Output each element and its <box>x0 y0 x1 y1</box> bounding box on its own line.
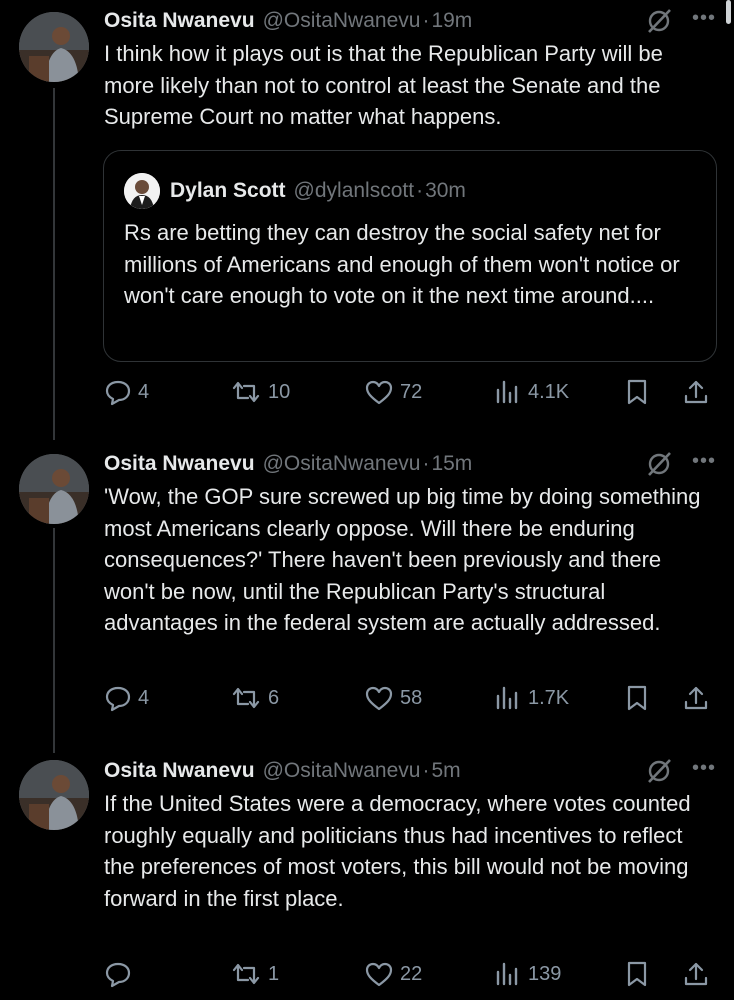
grok-icon[interactable] <box>646 451 672 477</box>
views-icon <box>496 380 518 404</box>
reply-icon <box>105 686 131 712</box>
timestamp[interactable]: 15m <box>431 452 472 476</box>
like-button[interactable]: 58 <box>364 680 422 716</box>
like-button[interactable]: 72 <box>364 374 422 410</box>
separator: · <box>416 179 424 202</box>
share-button[interactable] <box>682 956 710 992</box>
tweet-text: I think how it plays out is that the Rep… <box>104 41 663 129</box>
tweet-header: Osita Nwanevu @OsitaNwanevu · 5m ••• <box>104 756 716 786</box>
share-button[interactable] <box>682 374 710 410</box>
quote-timestamp: 30m <box>425 179 466 202</box>
reply-icon <box>105 380 131 406</box>
author-handle[interactable]: @OsitaNwanevu <box>263 9 421 33</box>
tweet[interactable]: Osita Nwanevu @OsitaNwanevu · 19m ••• I … <box>0 0 734 440</box>
quoted-tweet[interactable]: Dylan Scott @dylanlscott · 30m Rs are be… <box>103 150 717 362</box>
like-count: 58 <box>400 686 423 709</box>
heart-icon <box>365 686 393 711</box>
tweet-header: Osita Nwanevu @OsitaNwanevu · 15m ••• <box>104 449 716 479</box>
share-icon <box>684 380 708 404</box>
repost-icon <box>232 687 260 709</box>
author-name[interactable]: Osita Nwanevu <box>104 452 255 476</box>
reply-icon <box>105 962 131 988</box>
views-button[interactable]: 139 <box>494 956 561 992</box>
reply-count: 4 <box>138 380 150 403</box>
grok-icon[interactable] <box>646 758 672 784</box>
separator: · <box>422 452 430 475</box>
repost-button[interactable]: 6 <box>230 680 279 716</box>
tweet[interactable]: Osita Nwanevu @OsitaNwanevu · 5m ••• If … <box>0 750 734 1000</box>
timestamp[interactable]: 19m <box>431 9 472 33</box>
repost-icon <box>232 381 260 403</box>
share-button[interactable] <box>682 680 710 716</box>
view-count: 1.7K <box>528 686 570 709</box>
more-icon[interactable]: ••• <box>692 450 716 473</box>
reply-button[interactable]: 4 <box>104 680 149 716</box>
author-handle[interactable]: @OsitaNwanevu <box>263 759 421 783</box>
reply-count: 4 <box>138 686 150 709</box>
like-button[interactable]: 22 <box>364 956 422 992</box>
like-count: 22 <box>400 962 423 985</box>
repost-count: 1 <box>268 962 280 985</box>
repost-icon <box>232 963 260 985</box>
heart-icon <box>365 380 393 405</box>
views-icon <box>496 686 518 710</box>
author-name[interactable]: Osita Nwanevu <box>104 9 255 33</box>
avatar[interactable] <box>19 760 89 830</box>
views-button[interactable]: 4.1K <box>494 374 569 410</box>
bookmark-icon <box>627 685 647 711</box>
repost-button[interactable]: 10 <box>230 374 290 410</box>
bookmark-button[interactable] <box>624 374 650 410</box>
bookmark-icon <box>627 379 647 405</box>
avatar-photo <box>19 454 89 524</box>
action-bar: 1 22 139 <box>104 956 716 992</box>
quote-author-name: Dylan Scott <box>170 179 286 202</box>
more-icon[interactable]: ••• <box>692 757 716 780</box>
bookmark-icon <box>627 961 647 987</box>
avatar-photo <box>19 760 89 830</box>
separator: · <box>422 9 430 32</box>
quote-avatar-photo <box>124 173 160 209</box>
avatar[interactable] <box>19 12 89 82</box>
view-count: 139 <box>528 962 562 985</box>
avatar-photo <box>19 12 89 82</box>
reply-button[interactable]: 4 <box>104 374 149 410</box>
separator: · <box>422 759 430 782</box>
tweet-text: If the United States were a democracy, w… <box>104 791 691 911</box>
author-handle[interactable]: @OsitaNwanevu <box>263 452 421 476</box>
views-icon <box>496 962 518 986</box>
tweet-header: Osita Nwanevu @OsitaNwanevu · 19m ••• <box>104 6 716 36</box>
repost-button[interactable]: 1 <box>230 956 279 992</box>
quote-text: Rs are betting they can destroy the soci… <box>124 220 680 308</box>
tweet-text: 'Wow, the GOP sure screwed up big time b… <box>104 484 701 635</box>
quote-author-handle: @dylanlscott <box>293 179 415 202</box>
timestamp[interactable]: 5m <box>431 759 460 783</box>
repost-count: 10 <box>268 380 291 403</box>
reply-button[interactable] <box>104 956 138 992</box>
heart-icon <box>365 962 393 987</box>
action-bar: 4 6 58 1.7K <box>104 680 716 716</box>
grok-icon[interactable] <box>646 8 672 34</box>
more-icon[interactable]: ••• <box>692 7 716 30</box>
repost-count: 6 <box>268 686 280 709</box>
tweet[interactable]: Osita Nwanevu @OsitaNwanevu · 15m ••• 'W… <box>0 440 734 750</box>
views-button[interactable]: 1.7K <box>494 680 569 716</box>
bookmark-button[interactable] <box>624 956 650 992</box>
share-icon <box>684 962 708 986</box>
share-icon <box>684 686 708 710</box>
like-count: 72 <box>400 380 423 403</box>
action-bar: 4 10 72 4.1K <box>104 374 716 410</box>
avatar[interactable] <box>19 454 89 524</box>
quote-avatar <box>124 173 160 209</box>
bookmark-button[interactable] <box>624 680 650 716</box>
view-count: 4.1K <box>528 380 570 403</box>
author-name[interactable]: Osita Nwanevu <box>104 759 255 783</box>
